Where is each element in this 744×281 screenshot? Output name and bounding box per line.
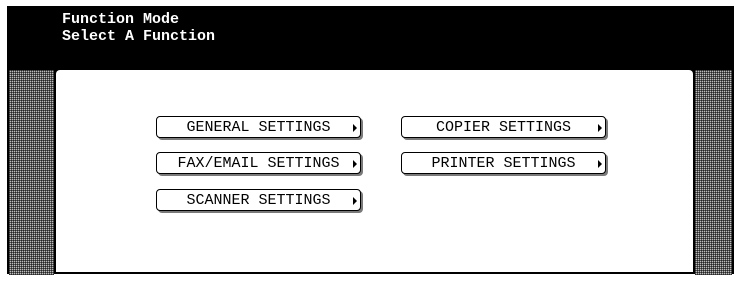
function-menu-panel: GENERAL SETTINGS COPIER SETTINGS FAX/EMA… [56,70,693,272]
header-bar: Function Mode Select A Function [8,7,733,70]
button-label: PRINTER SETTINGS [431,154,576,172]
general-settings-button[interactable]: GENERAL SETTINGS [156,116,361,138]
button-label: SCANNER SETTINGS [186,191,331,209]
fax-email-settings-button[interactable]: FAX/EMAIL SETTINGS [156,152,361,174]
right-dithered-panel [695,70,732,275]
chevron-right-icon [353,197,357,205]
scanner-settings-button[interactable]: SCANNER SETTINGS [156,189,361,211]
printer-settings-button[interactable]: PRINTER SETTINGS [401,152,606,174]
chevron-right-icon [598,124,602,132]
chevron-right-icon [353,160,357,168]
header-title: Function Mode [62,11,180,28]
left-dithered-panel [9,70,54,275]
chevron-right-icon [598,160,602,168]
lcd-screen: Function Mode Select A Function GENERAL … [7,6,734,275]
chevron-right-icon [353,124,357,132]
button-label: COPIER SETTINGS [435,118,572,136]
button-label: FAX/EMAIL SETTINGS [177,154,340,172]
copier-settings-button[interactable]: COPIER SETTINGS [401,116,606,138]
header-subtitle: Select A Function [62,28,216,45]
button-label: GENERAL SETTINGS [186,118,331,136]
